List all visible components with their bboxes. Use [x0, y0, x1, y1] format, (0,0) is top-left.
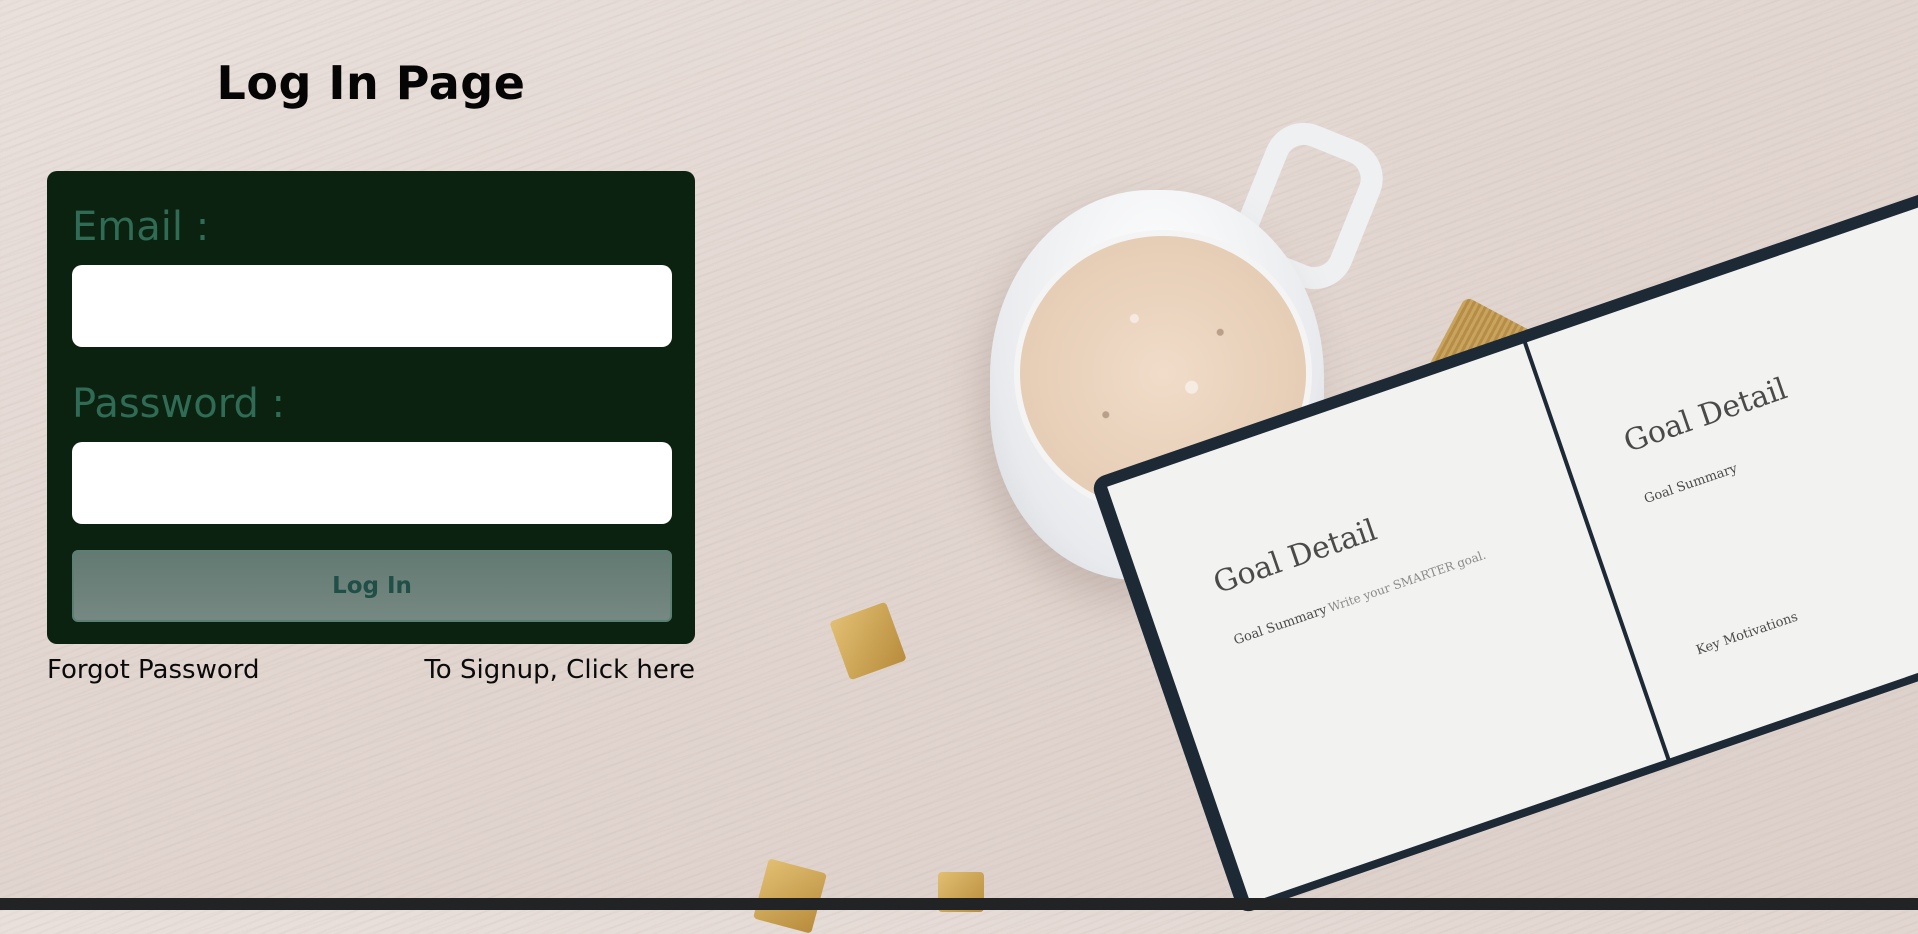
taskbar	[0, 898, 1918, 910]
email-field[interactable]	[72, 265, 672, 347]
email-label: Email :	[72, 204, 210, 250]
notebook-motivations: Key Motivations	[1694, 609, 1800, 659]
password-field[interactable]	[72, 442, 672, 524]
login-button[interactable]: Log In	[72, 550, 672, 622]
notebook-heading: Goal Detail	[1209, 512, 1382, 602]
notebook-heading: Goal Detail	[1619, 371, 1792, 460]
signup-link[interactable]: To Signup, Click here	[424, 655, 695, 685]
password-label: Password :	[72, 381, 286, 427]
notebook-subheading: Goal Summary	[1231, 602, 1330, 649]
binder-clip	[829, 601, 907, 681]
page-title: Log In Page	[216, 56, 526, 110]
notebook-hint: Write your SMARTER goal.	[1326, 547, 1488, 615]
notebook-subheading: Goal Summary	[1642, 461, 1740, 508]
forgot-password-link[interactable]: Forgot Password	[47, 655, 259, 685]
binder-clip	[752, 858, 828, 934]
login-form: Email : Password : Log In	[47, 171, 695, 644]
